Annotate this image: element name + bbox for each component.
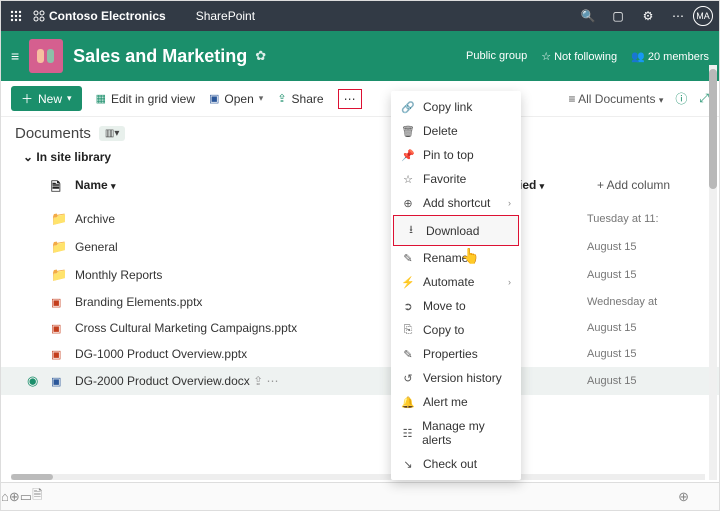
file-icon-header: 🗎 xyxy=(51,178,75,199)
file-type-icon: 📁 xyxy=(51,239,75,255)
members-count[interactable]: 👥 20 members xyxy=(631,50,709,63)
app-launcher-icon[interactable] xyxy=(1,10,31,22)
group-privacy: Public group xyxy=(466,50,527,62)
menu-copy-link[interactable]: 🔗Copy link xyxy=(391,95,521,119)
modified-date: August 15 xyxy=(587,322,697,334)
view-selector[interactable]: ≡ All Documents ▾ xyxy=(568,92,663,106)
table-row[interactable]: ▣DG-1000 Product Overview.pptxAugust 15 xyxy=(1,341,719,367)
add-column[interactable]: + Add column xyxy=(597,178,697,199)
menu-automate[interactable]: ⚡Automate› xyxy=(391,270,521,294)
menu-delete[interactable]: 🗑Delete xyxy=(391,119,521,143)
menu-alert-me[interactable]: 🔔Alert me xyxy=(391,390,521,414)
table-row[interactable]: ▣Cross Cultural Marketing Campaigns.pptx… xyxy=(1,315,719,341)
menu-add-shortcut[interactable]: ⊕Add shortcut› xyxy=(391,191,521,215)
edit-grid-button[interactable]: ▦Edit in grid view xyxy=(96,92,195,106)
context-menu: 🔗Copy link 🗑Delete 📌Pin to top ☆Favorite… xyxy=(391,91,521,480)
settings-icon[interactable]: ⚙ xyxy=(633,9,663,23)
file-type-icon: 📁 xyxy=(51,267,75,283)
modified-date: August 15 xyxy=(587,375,697,387)
vertical-scrollbar[interactable] xyxy=(709,65,717,480)
megaphone-icon[interactable]: ▢ xyxy=(603,9,633,23)
file-list: 📁ArchiveTuesday at 11:📁GeneralAugust 15📁… xyxy=(1,205,719,395)
avatar[interactable]: MA xyxy=(693,6,713,26)
nav-globe-icon[interactable]: ⊕ xyxy=(9,489,20,505)
site-title[interactable]: Sales and Marketing xyxy=(73,46,247,67)
file-type-icon: ▣ xyxy=(51,321,75,335)
modified-date: August 15 xyxy=(587,269,697,281)
share-button[interactable]: ⇪Share xyxy=(277,92,323,106)
bottom-nav: ⌂ ⊕ ▭ 🗎 ⊕ xyxy=(1,482,719,510)
menu-pin[interactable]: 📌Pin to top xyxy=(391,143,521,167)
table-row[interactable]: 📁Monthly ReportsAugust 15 xyxy=(1,261,719,289)
modified-date: Wednesday at xyxy=(587,296,697,308)
cursor-icon: 👆 xyxy=(461,247,480,265)
menu-rename[interactable]: ✎Rename xyxy=(391,246,521,270)
file-type-icon: 📁 xyxy=(51,211,75,227)
nav-box-icon[interactable]: ▭ xyxy=(20,489,32,505)
menu-move-to[interactable]: ➲Move to xyxy=(391,294,521,318)
teams-icon[interactable]: ✿ xyxy=(255,48,266,64)
menu-version-history[interactable]: ↺Version history xyxy=(391,366,521,390)
page-title: Documents ▥▾ xyxy=(1,117,719,146)
table-row[interactable]: 📁ArchiveTuesday at 11: xyxy=(1,205,719,233)
column-headers: 🗎 Name ▾ Modified ▾ + Add column xyxy=(1,168,719,205)
follow-button[interactable]: ☆ Not following xyxy=(541,50,617,63)
new-button[interactable]: ＋ New ▾ xyxy=(11,86,82,111)
site-logo[interactable] xyxy=(29,39,63,73)
horizontal-scrollbar[interactable] xyxy=(11,474,705,480)
breadcrumb[interactable]: ⌄ In site library xyxy=(1,146,719,168)
org-brand: Contoso Electronics xyxy=(31,9,166,23)
app-name[interactable]: SharePoint xyxy=(196,9,255,23)
more-icon[interactable]: ⋯ xyxy=(663,9,693,23)
menu-copy-to[interactable]: ⎘Copy to xyxy=(391,318,521,342)
table-row[interactable]: ▣Branding Elements.pptxWednesday at xyxy=(1,289,719,315)
site-header: ≡ Sales and Marketing ✿ Public group ☆ N… xyxy=(1,31,719,81)
nav-add-icon[interactable]: ⊕ xyxy=(678,489,689,505)
menu-favorite[interactable]: ☆Favorite xyxy=(391,167,521,191)
nav-file-icon[interactable]: 🗎 xyxy=(32,486,42,508)
modified-date: August 15 xyxy=(587,348,697,360)
modified-date: August 15 xyxy=(587,241,697,253)
view-toggle[interactable]: ▥▾ xyxy=(99,126,125,141)
table-row[interactable]: ◉▣DG-2000 Product Overview.docx ⇪ ⋯Augus… xyxy=(1,367,719,395)
menu-manage-alerts[interactable]: ☷Manage my alerts xyxy=(391,414,521,452)
nav-home-icon[interactable]: ⌂ xyxy=(1,489,9,504)
modified-date: Tuesday at 11: xyxy=(587,213,697,225)
command-bar: ＋ New ▾ ▦Edit in grid view ▣Open ▾ ⇪Shar… xyxy=(1,81,719,117)
open-button[interactable]: ▣Open ▾ xyxy=(209,92,263,106)
menu-properties[interactable]: ✎Properties xyxy=(391,342,521,366)
file-type-icon: ▣ xyxy=(51,374,75,388)
more-actions-button[interactable]: ⋯ xyxy=(338,89,362,109)
file-type-icon: ▣ xyxy=(51,295,75,309)
expand-icon[interactable]: ⤢ xyxy=(699,91,709,106)
menu-download[interactable]: ⭳Download xyxy=(393,215,519,246)
hamburger-icon[interactable]: ≡ xyxy=(11,48,19,64)
table-row[interactable]: 📁GeneralAugust 15 xyxy=(1,233,719,261)
menu-check-out[interactable]: ↘Check out xyxy=(391,452,521,476)
search-icon[interactable]: 🔍 xyxy=(573,9,603,23)
row-check[interactable]: ◉ xyxy=(27,373,51,389)
info-icon[interactable]: ⓘ xyxy=(675,90,687,107)
file-type-icon: ▣ xyxy=(51,347,75,361)
suite-bar: Contoso Electronics SharePoint 🔍 ▢ ⚙ ⋯ M… xyxy=(1,1,719,31)
